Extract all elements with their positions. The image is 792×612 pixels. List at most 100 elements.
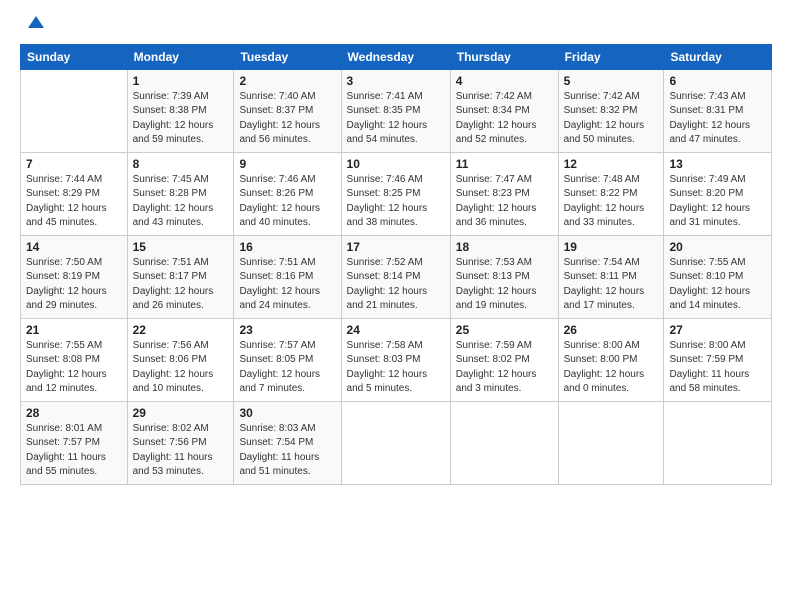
calendar-cell: 13 Sunrise: 7:49 AM Sunset: 8:20 PM Dayli… [664, 152, 772, 235]
day-number: 11 [456, 157, 553, 171]
header [20, 16, 772, 36]
calendar-week-row: 14 Sunrise: 7:50 AM Sunset: 8:19 PM Dayli… [21, 235, 772, 318]
calendar-cell: 1 Sunrise: 7:39 AM Sunset: 8:38 PM Daylig… [127, 69, 234, 152]
calendar-cell: 28Sunrise: 8:01 AM Sunset: 7:57 PM Dayli… [21, 401, 128, 484]
day-number: 30 [239, 406, 335, 420]
day-info: Sunrise: 7:56 AM Sunset: 8:06 PM Dayligh… [133, 339, 229, 397]
calendar-cell: 2 Sunrise: 7:40 AM Sunset: 8:37 PM Daylig… [234, 69, 341, 152]
column-header-wednesday: Wednesday [341, 44, 450, 69]
calendar-cell: 3 Sunrise: 7:41 AM Sunset: 8:35 PM Daylig… [341, 69, 450, 152]
day-number: 29 [133, 406, 229, 420]
day-info: Sunrise: 7:39 AM Sunset: 8:38 PM Dayligh… [133, 90, 229, 148]
day-info: Sunrise: 8:01 AM Sunset: 7:57 PM Dayligh… [26, 422, 122, 480]
calendar-cell [664, 401, 772, 484]
calendar-cell [21, 69, 128, 152]
day-info: Sunrise: 7:43 AM Sunset: 8:31 PM Dayligh… [669, 90, 766, 148]
day-info: Sunrise: 7:55 AM Sunset: 8:08 PM Dayligh… [26, 339, 122, 397]
day-number: 20 [669, 240, 766, 254]
calendar-week-row: 7 Sunrise: 7:44 AM Sunset: 8:29 PM Daylig… [21, 152, 772, 235]
day-info: Sunrise: 7:55 AM Sunset: 8:10 PM Dayligh… [669, 256, 766, 314]
calendar-cell: 20 Sunrise: 7:55 AM Sunset: 8:10 PM Dayli… [664, 235, 772, 318]
logo [20, 16, 48, 36]
calendar-cell: 30 Sunrise: 8:03 AM Sunset: 7:54 PM Dayli… [234, 401, 341, 484]
day-info: Sunrise: 7:41 AM Sunset: 8:35 PM Dayligh… [347, 90, 445, 148]
day-number: 8 [133, 157, 229, 171]
day-info: Sunrise: 7:45 AM Sunset: 8:28 PM Dayligh… [133, 173, 229, 231]
logo-icon [24, 10, 48, 34]
calendar-cell: 7 Sunrise: 7:44 AM Sunset: 8:29 PM Daylig… [21, 152, 128, 235]
day-number: 3 [347, 74, 445, 88]
day-info: Sunrise: 7:44 AM Sunset: 8:29 PM Dayligh… [26, 173, 122, 231]
calendar-cell: 14 Sunrise: 7:50 AM Sunset: 8:19 PM Dayli… [21, 235, 128, 318]
calendar-cell [558, 401, 664, 484]
day-number: 7 [26, 157, 122, 171]
day-info: Sunrise: 7:52 AM Sunset: 8:14 PM Dayligh… [347, 256, 445, 314]
day-number: 12 [564, 157, 659, 171]
day-info: Sunrise: 7:40 AM Sunset: 8:37 PM Dayligh… [239, 90, 335, 148]
calendar-cell: 12 Sunrise: 7:48 AM Sunset: 8:22 PM Dayli… [558, 152, 664, 235]
calendar-cell [341, 401, 450, 484]
day-number: 6 [669, 74, 766, 88]
day-number: 4 [456, 74, 553, 88]
day-info: Sunrise: 7:46 AM Sunset: 8:25 PM Dayligh… [347, 173, 445, 231]
calendar-week-row: 21 Sunrise: 7:55 AM Sunset: 8:08 PM Dayli… [21, 318, 772, 401]
calendar-cell: 9Sunrise: 7:46 AM Sunset: 8:26 PM Daylig… [234, 152, 341, 235]
day-number: 2 [239, 74, 335, 88]
calendar-cell: 24 Sunrise: 7:58 AM Sunset: 8:03 PM Dayli… [341, 318, 450, 401]
day-number: 24 [347, 323, 445, 337]
calendar-cell [450, 401, 558, 484]
day-number: 5 [564, 74, 659, 88]
day-info: Sunrise: 7:53 AM Sunset: 8:13 PM Dayligh… [456, 256, 553, 314]
day-number: 19 [564, 240, 659, 254]
day-info: Sunrise: 8:03 AM Sunset: 7:54 PM Dayligh… [239, 422, 335, 480]
calendar-cell: 26 Sunrise: 8:00 AM Sunset: 8:00 PM Dayli… [558, 318, 664, 401]
day-number: 27 [669, 323, 766, 337]
calendar-cell: 11 Sunrise: 7:47 AM Sunset: 8:23 PM Dayli… [450, 152, 558, 235]
calendar-cell: 8 Sunrise: 7:45 AM Sunset: 8:28 PM Daylig… [127, 152, 234, 235]
day-number: 18 [456, 240, 553, 254]
day-number: 10 [347, 157, 445, 171]
day-number: 26 [564, 323, 659, 337]
day-info: Sunrise: 7:50 AM Sunset: 8:19 PM Dayligh… [26, 256, 122, 314]
day-info: Sunrise: 7:54 AM Sunset: 8:11 PM Dayligh… [564, 256, 659, 314]
day-info: Sunrise: 7:51 AM Sunset: 8:16 PM Dayligh… [239, 256, 335, 314]
day-number: 13 [669, 157, 766, 171]
day-info: Sunrise: 8:00 AM Sunset: 8:00 PM Dayligh… [564, 339, 659, 397]
day-info: Sunrise: 7:58 AM Sunset: 8:03 PM Dayligh… [347, 339, 445, 397]
column-header-thursday: Thursday [450, 44, 558, 69]
calendar-cell: 18 Sunrise: 7:53 AM Sunset: 8:13 PM Dayli… [450, 235, 558, 318]
calendar-cell: 23 Sunrise: 7:57 AM Sunset: 8:05 PM Dayli… [234, 318, 341, 401]
day-number: 25 [456, 323, 553, 337]
day-number: 14 [26, 240, 122, 254]
day-info: Sunrise: 8:00 AM Sunset: 7:59 PM Dayligh… [669, 339, 766, 397]
day-number: 23 [239, 323, 335, 337]
day-number: 1 [133, 74, 229, 88]
day-info: Sunrise: 7:42 AM Sunset: 8:32 PM Dayligh… [564, 90, 659, 148]
calendar-cell: 21 Sunrise: 7:55 AM Sunset: 8:08 PM Dayli… [21, 318, 128, 401]
calendar-cell: 6 Sunrise: 7:43 AM Sunset: 8:31 PM Daylig… [664, 69, 772, 152]
calendar-table: SundayMondayTuesdayWednesdayThursdayFrid… [20, 44, 772, 485]
day-info: Sunrise: 7:42 AM Sunset: 8:34 PM Dayligh… [456, 90, 553, 148]
column-header-monday: Monday [127, 44, 234, 69]
calendar-week-row: 28Sunrise: 8:01 AM Sunset: 7:57 PM Dayli… [21, 401, 772, 484]
day-info: Sunrise: 7:49 AM Sunset: 8:20 PM Dayligh… [669, 173, 766, 231]
day-info: Sunrise: 7:47 AM Sunset: 8:23 PM Dayligh… [456, 173, 553, 231]
calendar-cell: 25 Sunrise: 7:59 AM Sunset: 8:02 PM Dayli… [450, 318, 558, 401]
column-header-tuesday: Tuesday [234, 44, 341, 69]
calendar-cell: 22Sunrise: 7:56 AM Sunset: 8:06 PM Dayli… [127, 318, 234, 401]
calendar-cell: 15Sunrise: 7:51 AM Sunset: 8:17 PM Dayli… [127, 235, 234, 318]
day-info: Sunrise: 7:57 AM Sunset: 8:05 PM Dayligh… [239, 339, 335, 397]
day-number: 16 [239, 240, 335, 254]
day-info: Sunrise: 7:51 AM Sunset: 8:17 PM Dayligh… [133, 256, 229, 314]
day-info: Sunrise: 7:59 AM Sunset: 8:02 PM Dayligh… [456, 339, 553, 397]
day-info: Sunrise: 7:48 AM Sunset: 8:22 PM Dayligh… [564, 173, 659, 231]
day-number: 21 [26, 323, 122, 337]
page: SundayMondayTuesdayWednesdayThursdayFrid… [0, 0, 792, 612]
calendar-cell: 16 Sunrise: 7:51 AM Sunset: 8:16 PM Dayli… [234, 235, 341, 318]
calendar-cell: 4 Sunrise: 7:42 AM Sunset: 8:34 PM Daylig… [450, 69, 558, 152]
calendar-cell: 27 Sunrise: 8:00 AM Sunset: 7:59 PM Dayli… [664, 318, 772, 401]
column-header-saturday: Saturday [664, 44, 772, 69]
day-info: Sunrise: 8:02 AM Sunset: 7:56 PM Dayligh… [133, 422, 229, 480]
day-number: 17 [347, 240, 445, 254]
day-info: Sunrise: 7:46 AM Sunset: 8:26 PM Dayligh… [239, 173, 335, 231]
